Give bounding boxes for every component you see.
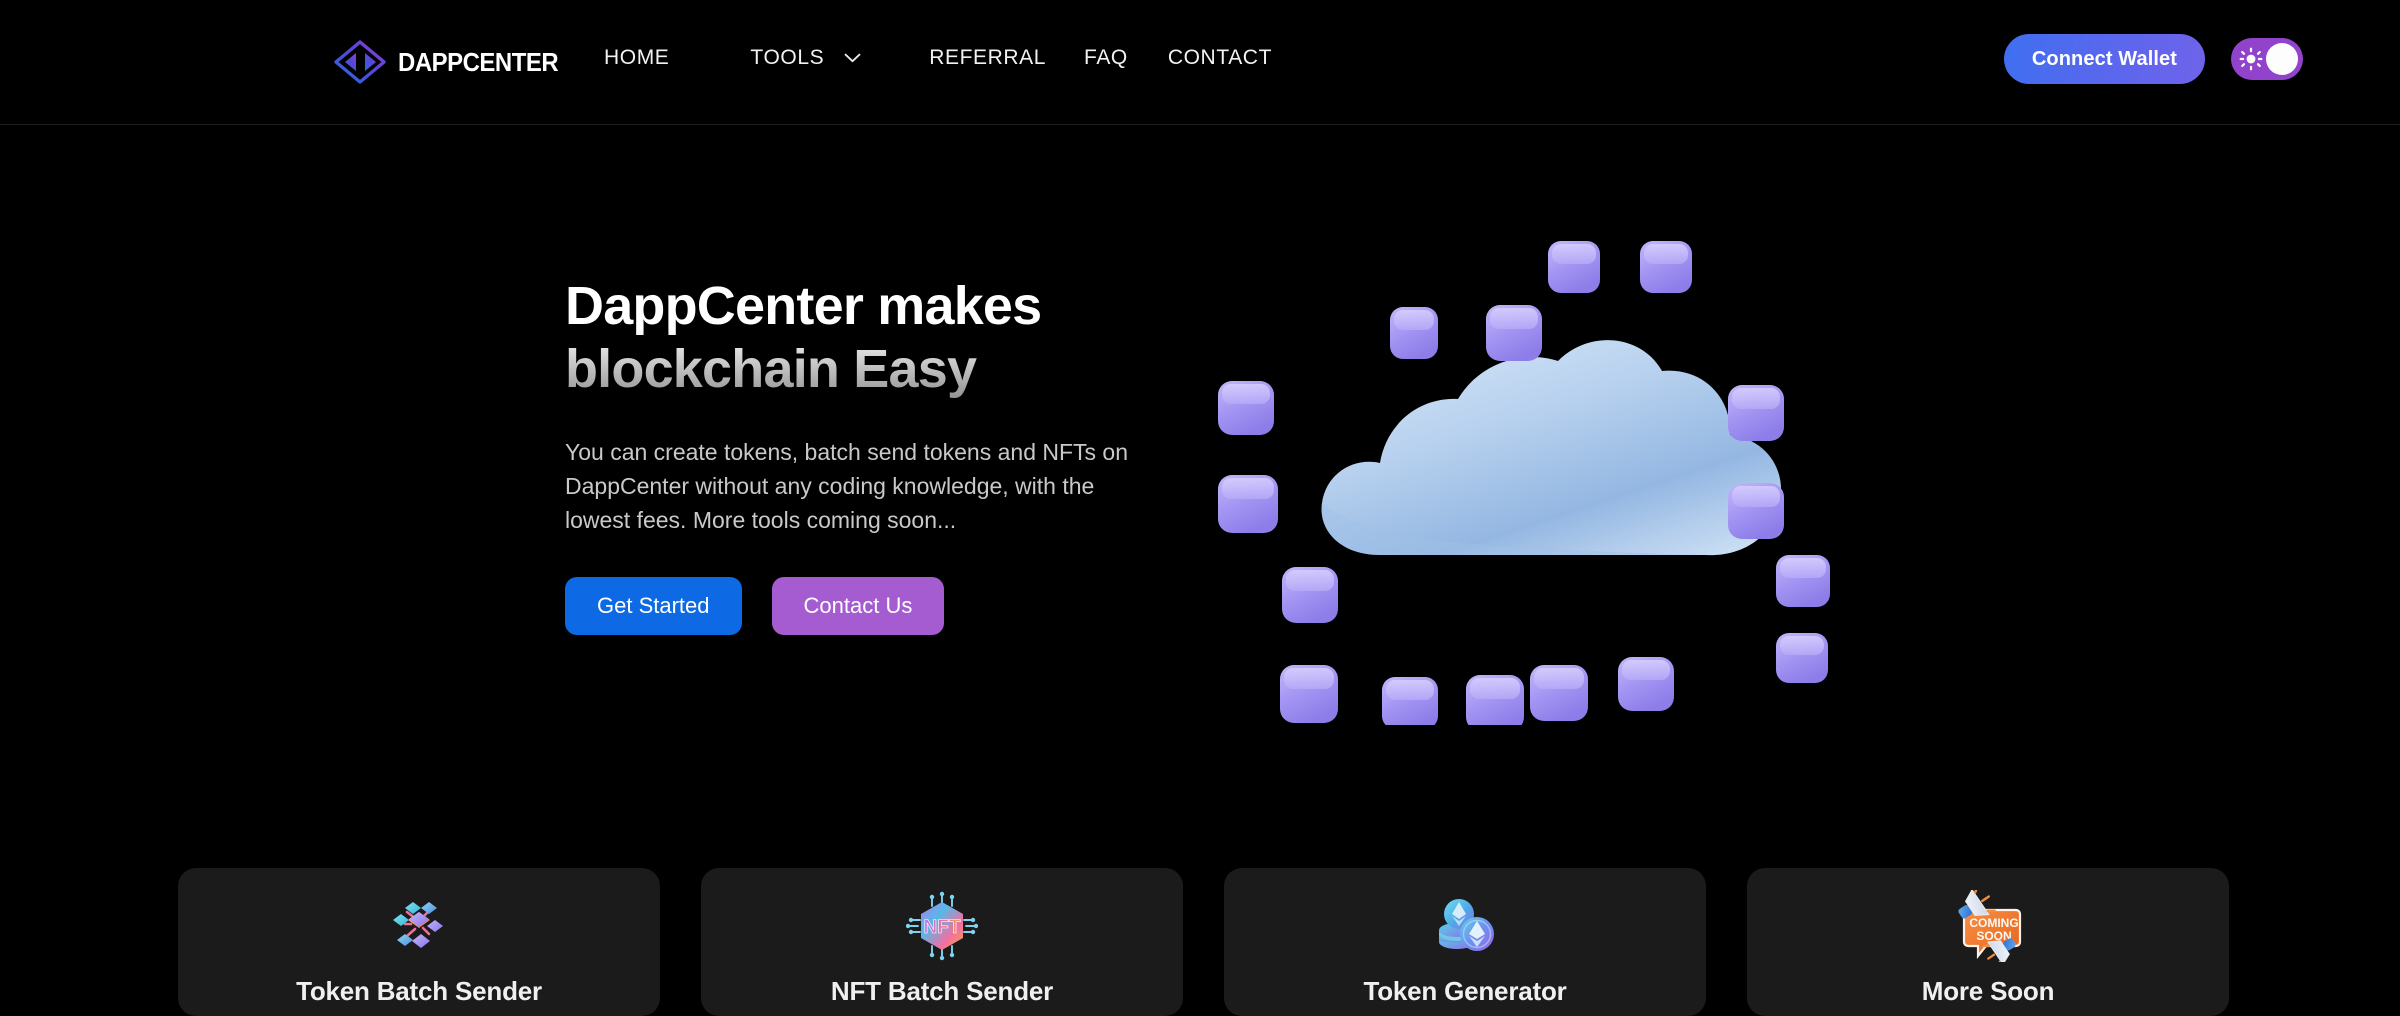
theme-toggle[interactable] <box>2231 38 2303 80</box>
page-title: DappCenter makes blockchain Easy <box>565 275 1165 401</box>
node-cube <box>1382 677 1438 729</box>
tool-card-token-batch-sender[interactable]: Token Batch Sender <box>178 868 660 1016</box>
theme-toggle-knob <box>2266 43 2298 75</box>
nft-chip-hex-icon: NFT <box>906 890 978 962</box>
hero-title-line-2: blockchain Easy <box>565 339 977 400</box>
svg-text:COMING: COMING <box>1969 916 2018 930</box>
sun-icon <box>2236 47 2263 71</box>
tool-card-title: More Soon <box>1921 976 2055 1006</box>
tool-card-token-generator[interactable]: Token Generator <box>1224 868 1706 1016</box>
node-cube <box>1776 555 1830 607</box>
node-cube <box>1728 385 1784 441</box>
contact-us-button[interactable]: Contact Us <box>771 577 945 636</box>
tool-card-more-soon[interactable]: COMING SOON More Soon <box>1747 868 2229 1016</box>
tool-card-title: Token Generator <box>1363 976 1567 1006</box>
coming-soon-megaphone-icon: COMING SOON <box>1952 890 2024 962</box>
node-cube <box>1280 665 1338 723</box>
node-cube <box>1486 305 1542 361</box>
nav-item-tools[interactable]: TOOLS <box>750 46 861 70</box>
node-cube <box>1548 241 1600 293</box>
hero-cta-group: Get Started Contact Us <box>565 577 1165 636</box>
brand-logo[interactable]: DAPPCENTER <box>332 38 572 86</box>
nav-item-home[interactable]: HOME <box>604 46 669 70</box>
dappcenter-diamond-logo-icon <box>332 38 388 86</box>
header-actions: Connect Wallet <box>2003 34 2303 84</box>
node-cube <box>1218 475 1278 533</box>
node-cube <box>1640 241 1692 293</box>
chevron-down-icon <box>844 53 861 63</box>
ethereum-coins-3d-icon <box>1429 890 1501 962</box>
tool-card-nft-batch-sender[interactable]: NFT NFT Batch Sender <box>701 868 1183 1016</box>
svg-text:NFT: NFT <box>924 917 961 938</box>
node-cube <box>1390 307 1438 359</box>
tool-cards: Token Batch Sender NFT NFT Batch Sender … <box>0 868 2400 1016</box>
cube-cluster-3d-icon <box>383 890 455 962</box>
tool-card-title: NFT Batch Sender <box>830 976 1054 1006</box>
nav-item-faq[interactable]: FAQ <box>1084 46 1128 70</box>
brand-name: DAPPCENTER <box>398 46 559 77</box>
hero-title-line-1: DappCenter makes <box>565 276 1042 336</box>
node-cube <box>1530 665 1588 721</box>
get-started-button[interactable]: Get Started <box>565 577 742 636</box>
node-cube <box>1282 567 1338 623</box>
nav-item-tools-label: TOOLS <box>750 46 825 69</box>
cloud-network-3d-illustration-icon <box>1190 225 1850 731</box>
nav-item-referral[interactable]: REFERRAL <box>929 46 1046 70</box>
main-navigation: HOME TOOLS REFERRAL FAQ CONTACT <box>604 46 1272 70</box>
cloud-shape <box>1321 340 1782 556</box>
node-cube <box>1776 633 1828 683</box>
hero-copy: DappCenter makes blockchain Easy You can… <box>565 275 1165 636</box>
hero-subtitle: You can create tokens, batch send tokens… <box>565 439 1129 534</box>
connect-wallet-button[interactable]: Connect Wallet <box>2003 34 2205 84</box>
hero-section: DappCenter makes blockchain Easy You can… <box>0 125 2400 865</box>
node-cube <box>1618 657 1674 711</box>
nav-item-contact[interactable]: CONTACT <box>1168 46 1272 70</box>
tool-card-title: Token Batch Sender <box>296 976 542 1006</box>
site-header: DAPPCENTER HOME TOOLS REFERRAL FAQ CONTA… <box>0 0 2400 125</box>
node-cube <box>1218 381 1274 435</box>
node-cube <box>1728 483 1784 539</box>
node-cube <box>1466 675 1524 731</box>
